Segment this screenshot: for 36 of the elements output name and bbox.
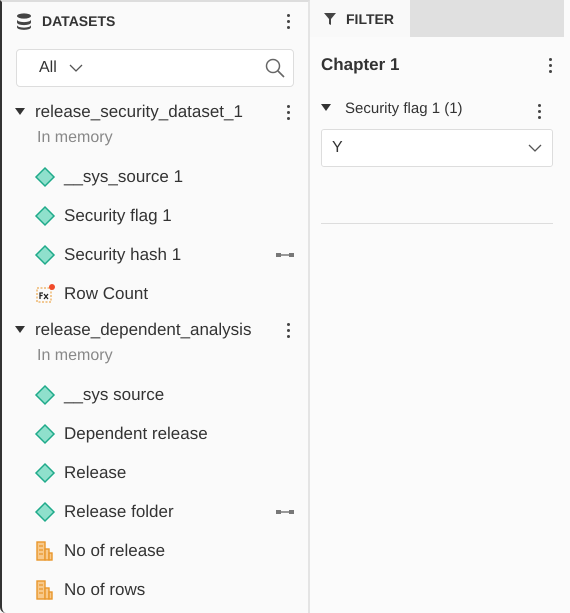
- dataset-name[interactable]: release_security_dataset_1: [35, 102, 243, 122]
- filter-label: Security flag 1 (1): [345, 100, 463, 116]
- field-name[interactable]: No of rows: [64, 580, 146, 600]
- filter-tab[interactable]: FILTER: [310, 0, 410, 37]
- expand-triangle-icon[interactable]: [15, 326, 25, 334]
- diamond-icon: [34, 166, 56, 188]
- dataset-status: In memory: [36, 347, 114, 366]
- diamond-icon: [34, 204, 56, 226]
- field-name[interactable]: __sys_source 1: [64, 166, 184, 186]
- database-icon: [16, 12, 32, 30]
- field-name[interactable]: Release folder: [64, 502, 174, 522]
- field-name[interactable]: Row Count: [64, 284, 148, 304]
- search-icon[interactable]: [265, 58, 285, 78]
- field-name[interactable]: Release: [64, 462, 126, 482]
- formula-icon: [34, 282, 56, 304]
- dataset-status: In memory: [36, 129, 114, 148]
- chevron-down-icon[interactable]: [528, 144, 542, 152]
- expand-triangle-icon[interactable]: [321, 104, 331, 112]
- panel-title: DATASETS: [42, 13, 116, 29]
- field-name[interactable]: No of release: [64, 540, 166, 560]
- field-name[interactable]: Security flag 1: [64, 206, 172, 226]
- diamond-icon: [34, 422, 56, 444]
- value-dropdown[interactable]: Y: [321, 129, 553, 167]
- chevron-down-icon[interactable]: [68, 64, 83, 72]
- diamond-icon: [34, 384, 56, 406]
- chapter-title: Chapter 1: [321, 55, 400, 75]
- expand-triangle-icon[interactable]: [15, 108, 25, 116]
- field-name[interactable]: Dependent release: [64, 424, 208, 444]
- dataset-name[interactable]: release_dependent_analysis: [35, 320, 252, 340]
- field-name[interactable]: __sys source: [64, 384, 164, 404]
- diamond-icon: [34, 500, 56, 522]
- diamond-icon: [34, 462, 56, 484]
- field-name[interactable]: Security hash 1: [64, 244, 182, 264]
- search-field[interactable]: All: [16, 49, 294, 87]
- funnel-icon: [324, 12, 336, 24]
- diamond-icon: [34, 244, 56, 266]
